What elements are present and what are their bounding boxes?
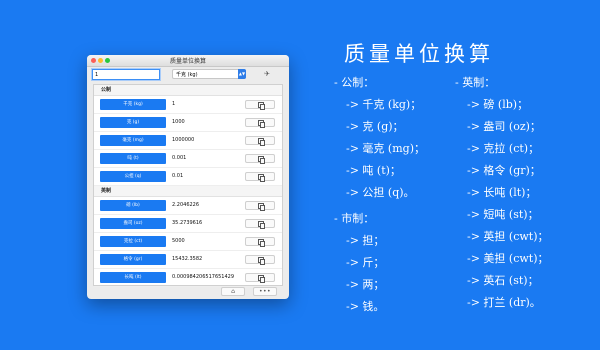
unit-label-button[interactable]: 磅 (lb): [100, 200, 166, 211]
metric-heading: - 公制：: [334, 76, 375, 89]
copy-icon: [258, 203, 266, 211]
conversion-row: 长吨 (lt) 0.000984206517651429: [94, 269, 282, 287]
conversion-list: 公制千克 (kg) 1 克 (g) 1000 毫克 (mg) 1000000 吨 (t) 0.…: [93, 84, 283, 287]
conversion-row: 毫克 (mg) 1000000: [94, 132, 282, 150]
conversion-row: 千克 (kg) 1: [94, 96, 282, 114]
converted-value: 1000000: [172, 137, 195, 143]
copy-icon: [258, 221, 266, 229]
market-list: - 市制： -> 担； -> 斤； -> 两； -> 钱。: [334, 208, 384, 318]
unit-label-button[interactable]: 克拉 (ct): [100, 236, 166, 247]
copy-button[interactable]: [245, 219, 275, 229]
conversion-row: 磅 (lb) 2.2046226: [94, 197, 282, 215]
metric-item: -> 克 (g)；: [346, 120, 404, 133]
more-button[interactable]: •••: [253, 287, 277, 296]
unit-label-button[interactable]: 公担 (q): [100, 171, 166, 182]
converted-value: 15432.3582: [172, 256, 203, 262]
unit-label-button[interactable]: 吨 (t): [100, 153, 166, 164]
bottom-bar: ⌂ •••: [87, 286, 289, 298]
promo-headline: 质量单位换算: [344, 42, 494, 66]
converted-value: 0.000984206517651429: [172, 274, 235, 280]
metric-item: -> 吨 (t)；: [346, 164, 401, 177]
home-button[interactable]: ⌂: [221, 287, 245, 296]
converted-value: 35.2739616: [172, 220, 203, 226]
unit-label-button[interactable]: 格令 (gr): [100, 254, 166, 265]
copy-button[interactable]: [245, 255, 275, 265]
imperial-list: - 英制： -> 磅 (lb)； -> 盎司 (oz)； -> 克拉 (ct)； ->…: [455, 72, 549, 314]
unit-label-button[interactable]: 毫克 (mg): [100, 135, 166, 146]
imperial-item: -> 盎司 (oz)；: [467, 120, 541, 133]
converted-value: 5000: [172, 238, 185, 244]
market-heading: - 市制：: [334, 212, 375, 225]
imperial-heading: - 英制：: [455, 76, 496, 89]
metric-item: -> 公担 (q)。: [346, 186, 415, 199]
metric-item: -> 千克 (kg)；: [346, 98, 422, 111]
imperial-item: -> 打兰 (dr)。: [467, 296, 541, 309]
market-item: -> 担；: [346, 234, 385, 247]
unit-label-button[interactable]: 盎司 (oz): [100, 218, 166, 229]
toolbar: 1 千克 (kg) ▲▼ ✈: [92, 69, 284, 81]
copy-button[interactable]: [245, 201, 275, 211]
copy-icon: [258, 257, 266, 265]
copy-button[interactable]: [245, 100, 275, 110]
imperial-item: -> 磅 (lb)；: [467, 98, 529, 111]
metric-list: - 公制： -> 千克 (kg)； -> 克 (g)； -> 毫克 (mg)； -> …: [334, 72, 425, 204]
unit-label-button[interactable]: 千克 (kg): [100, 99, 166, 110]
converted-value: 0.01: [172, 173, 184, 179]
copy-button[interactable]: [245, 118, 275, 128]
unit-select[interactable]: 千克 (kg) ▲▼: [172, 69, 246, 79]
conversion-row: 吨 (t) 0.001: [94, 150, 282, 168]
copy-button[interactable]: [245, 237, 275, 247]
converted-value: 1000: [172, 119, 185, 125]
copy-button[interactable]: [245, 154, 275, 164]
amount-input[interactable]: 1: [92, 69, 160, 80]
copy-icon: [258, 102, 266, 110]
imperial-item: -> 短吨 (st)；: [467, 208, 539, 221]
copy-icon: [258, 239, 266, 247]
copy-icon: [258, 138, 266, 146]
imperial-item: -> 长吨 (lt)；: [467, 186, 537, 199]
unit-label-button[interactable]: 长吨 (lt): [100, 272, 166, 283]
imperial-item: -> 英担 (cwt)；: [467, 230, 549, 243]
copy-button[interactable]: [245, 172, 275, 182]
title-bar: 质量单位换算: [87, 55, 289, 67]
conversion-row: 克拉 (ct) 5000: [94, 233, 282, 251]
window-title: 质量单位换算: [169, 58, 206, 65]
conversion-row: 盎司 (oz) 35.2739616: [94, 215, 282, 233]
market-item: -> 钱。: [346, 300, 385, 313]
chevron-down-icon: ▲▼: [238, 69, 246, 79]
imperial-item: -> 英石 (st)；: [467, 274, 539, 287]
share-icon[interactable]: ✈: [262, 69, 272, 79]
unit-select-label: 千克 (kg): [176, 72, 198, 78]
metric-item: -> 毫克 (mg)；: [346, 142, 425, 155]
market-item: -> 斤；: [346, 256, 385, 269]
app-window: 质量单位换算 1 千克 (kg) ▲▼ ✈ 公制 千克 (kg) 1 克 (g) 100…: [87, 55, 289, 299]
conversion-row: 格令 (gr) 15432.3582: [94, 251, 282, 269]
copy-button[interactable]: [245, 136, 275, 146]
copy-button[interactable]: [245, 273, 275, 283]
converted-value: 1: [172, 101, 176, 107]
converted-value: 2.2046226: [172, 202, 200, 208]
imperial-item: -> 美担 (cwt)；: [467, 252, 549, 265]
section-heading: 公制: [94, 85, 282, 96]
conversion-row: 克 (g) 1000: [94, 114, 282, 132]
copy-icon: [258, 275, 266, 283]
copy-icon: [258, 156, 266, 164]
market-item: -> 两；: [346, 278, 385, 291]
imperial-item: -> 格令 (gr)；: [467, 164, 541, 177]
imperial-item: -> 克拉 (ct)；: [467, 142, 540, 155]
unit-label-button[interactable]: 克 (g): [100, 117, 166, 128]
copy-icon: [258, 174, 266, 182]
section-heading: 英制: [94, 186, 282, 197]
converted-value: 0.001: [172, 155, 187, 161]
conversion-row: 公担 (q) 0.01: [94, 168, 282, 186]
copy-icon: [258, 120, 266, 128]
